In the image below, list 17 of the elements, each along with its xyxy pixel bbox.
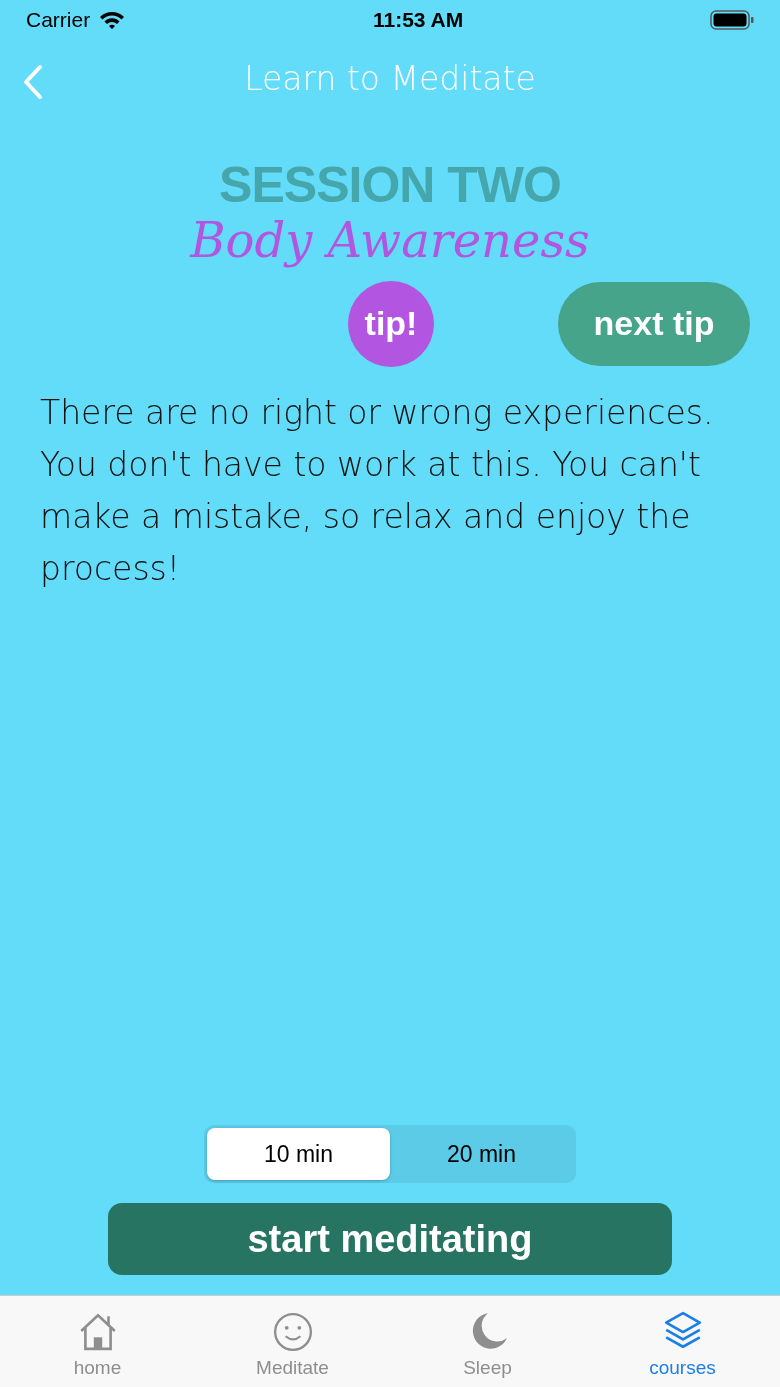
segment-button[interactable]: 20 min <box>390 1128 573 1180</box>
tab-item[interactable]: Sleep <box>390 1296 585 1387</box>
wifi-icon <box>98 10 127 30</box>
session-name: Body Awareness <box>190 214 590 267</box>
status-time: 11:53 AM <box>372 7 464 34</box>
tab-item[interactable]: Meditate <box>195 1296 390 1387</box>
tab-item[interactable]: home <box>0 1296 195 1387</box>
segment-button[interactable]: 10 min <box>207 1128 390 1180</box>
carrier-label: Carrier <box>26 7 91 34</box>
battery-icon <box>710 10 754 30</box>
tip-badge: tip! <box>348 280 434 367</box>
next-tip-button[interactable]: next tip <box>558 281 750 366</box>
tab-item[interactable]: courses <box>585 1296 780 1387</box>
start-button[interactable]: start meditating <box>108 1203 672 1275</box>
nav-title: Learn to Meditate <box>244 58 536 101</box>
session-label: SESSION TWO <box>219 160 561 210</box>
tip-text: There are no right or wrong experiences. You don't have to work at this. You can't make a mistake, so relax and enjoy the process! <box>39 391 715 590</box>
